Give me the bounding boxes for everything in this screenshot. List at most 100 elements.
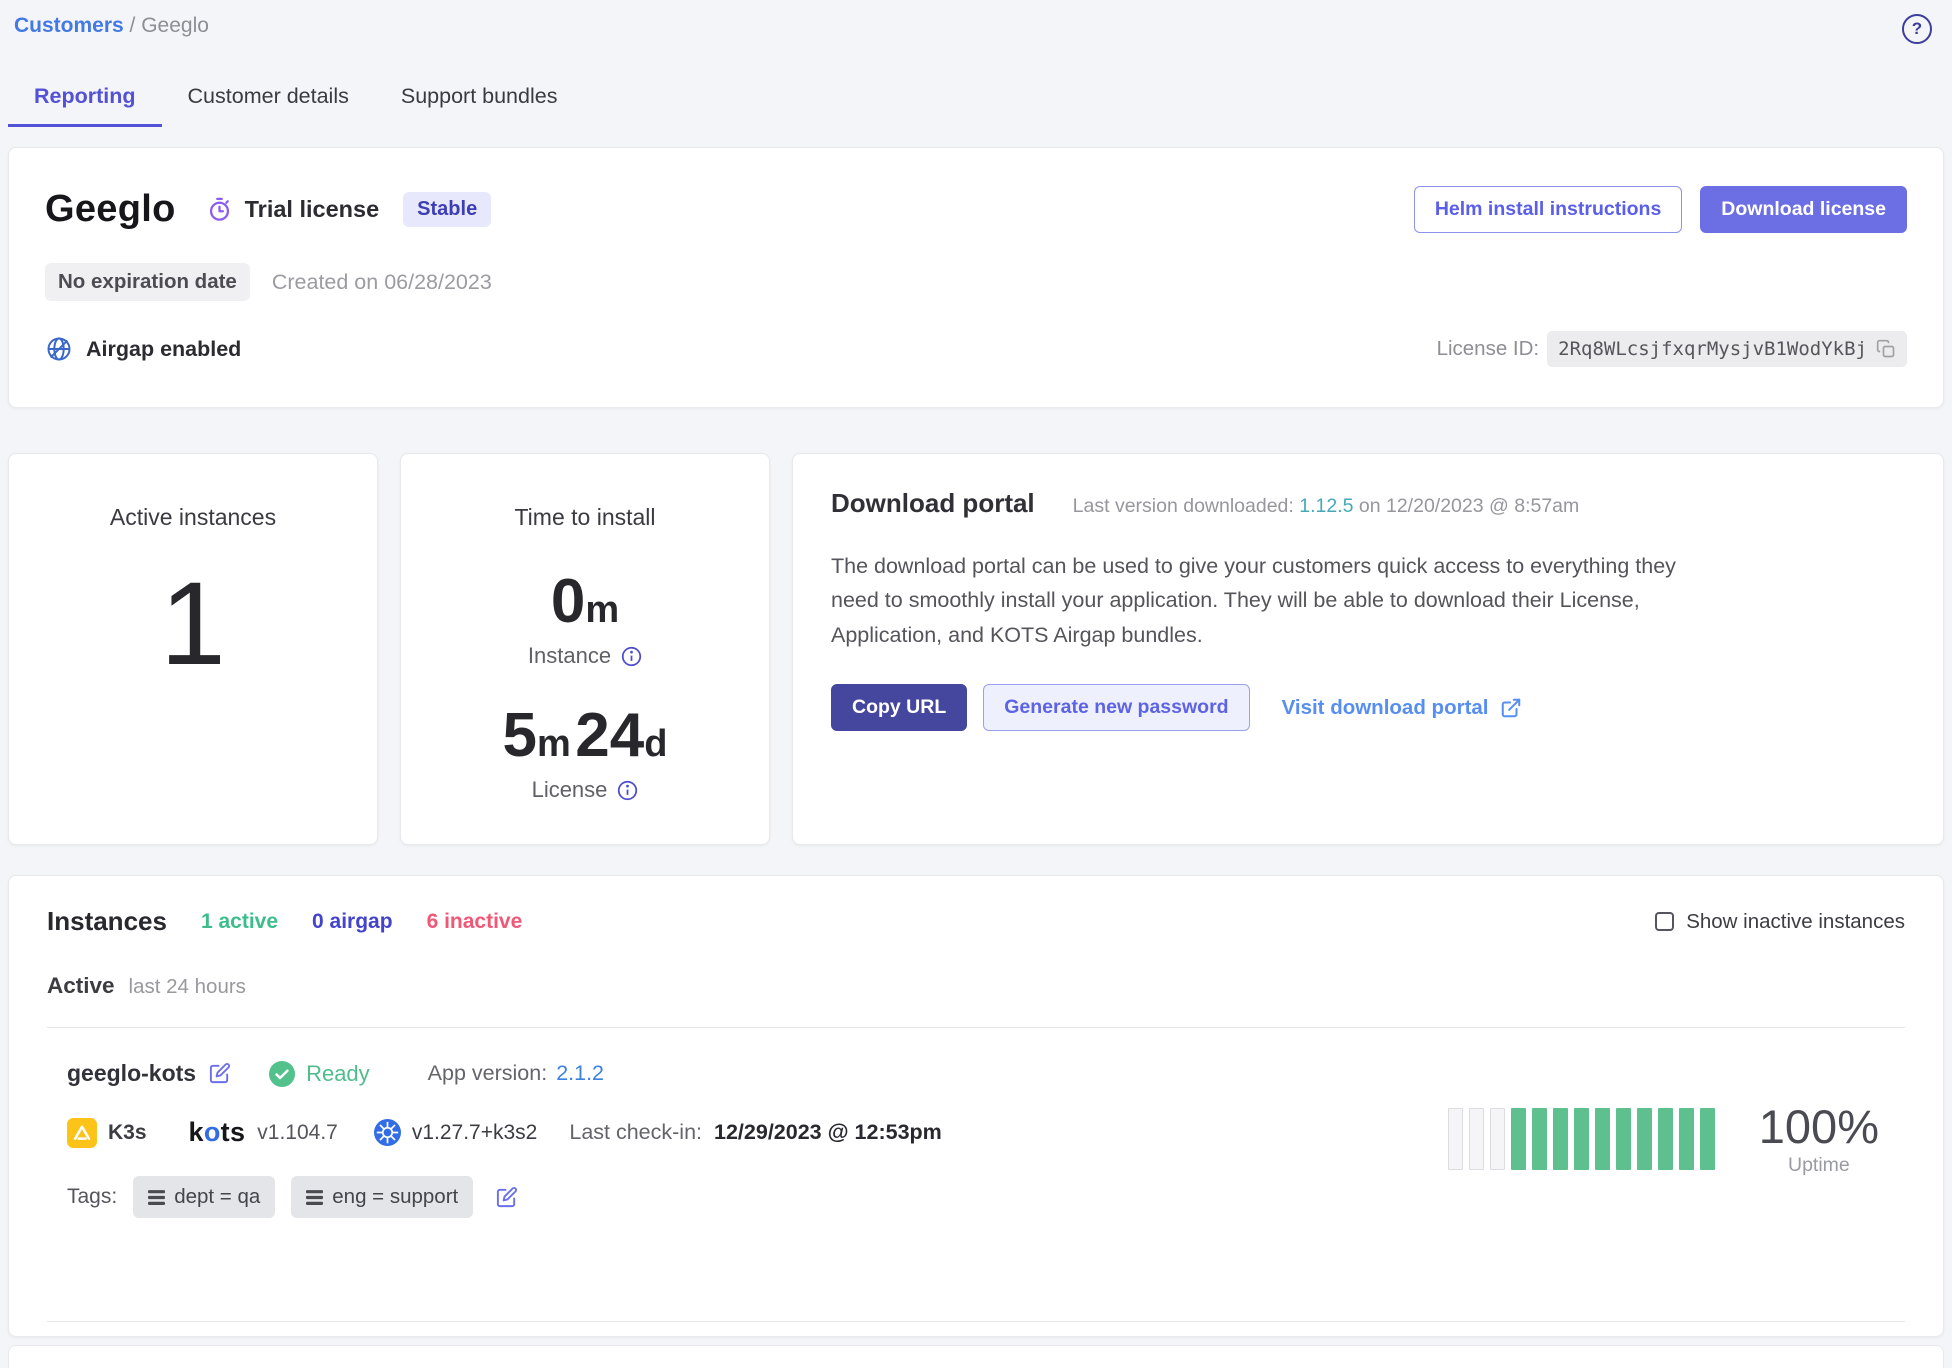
breadcrumb: Customers / Geeglo xyxy=(14,14,209,38)
license-id-pill: 2Rq8WLcsjfxqrMysjvB1WodYkBj xyxy=(1547,331,1907,367)
uptime-bar xyxy=(1511,1108,1526,1170)
copy-url-button[interactable]: Copy URL xyxy=(831,684,967,731)
uptime-bar xyxy=(1679,1108,1694,1170)
uptime-bar xyxy=(1490,1108,1505,1170)
count-inactive[interactable]: 6 inactive xyxy=(427,910,523,934)
divider xyxy=(47,1321,1905,1322)
breadcrumb-separator: / xyxy=(130,14,142,37)
license-time-value1: 5 xyxy=(503,701,537,770)
tags-label: Tags: xyxy=(67,1185,117,1209)
active-instances-value: 1 xyxy=(160,565,226,683)
time-to-install-title: Time to install xyxy=(514,504,655,531)
instance-status: Ready xyxy=(269,1061,370,1087)
license-type: Trial license xyxy=(206,196,380,223)
count-airgap[interactable]: 0 airgap xyxy=(312,910,393,934)
kubernetes-icon xyxy=(374,1119,401,1146)
uptime-bar xyxy=(1637,1108,1652,1170)
download-portal-card: Download portal Last version downloaded:… xyxy=(792,453,1944,845)
airgap-status: Airgap enabled xyxy=(45,335,241,363)
k3s-icon xyxy=(67,1118,97,1148)
license-time-value2: 24 xyxy=(575,701,644,770)
edit-tags-icon[interactable] xyxy=(495,1186,518,1209)
stopwatch-icon xyxy=(206,196,233,223)
license-type-label: Trial license xyxy=(245,196,380,223)
last-version-prefix: Last version downloaded: xyxy=(1073,495,1300,517)
kots-version-group: kots v1.104.7 xyxy=(189,1117,338,1148)
uptime-bar xyxy=(1658,1108,1673,1170)
created-date: Created on 06/28/2023 xyxy=(272,270,492,295)
instances-title: Instances xyxy=(47,906,167,937)
uptime-bar xyxy=(1553,1108,1568,1170)
tab-reporting[interactable]: Reporting xyxy=(8,72,162,127)
tag-icon xyxy=(306,1190,323,1205)
tag-chip: eng = support xyxy=(291,1176,473,1218)
app-version-label: App version: xyxy=(428,1061,548,1086)
active-section-range: last 24 hours xyxy=(129,975,246,999)
last-version-downloaded: Last version downloaded: 1.12.5 on 12/20… xyxy=(1073,495,1580,518)
page: Customers / Geeglo ? Reporting Customer … xyxy=(0,0,1952,1368)
active-instances-title: Active instances xyxy=(110,504,276,531)
uptime-stat: 100% Uptime xyxy=(1759,1101,1879,1178)
tab-customer-details[interactable]: Customer details xyxy=(162,72,375,127)
check-circle-icon xyxy=(269,1061,295,1087)
help-icon[interactable]: ? xyxy=(1902,14,1932,44)
breadcrumb-current: Geeglo xyxy=(141,14,209,37)
k8s-version: v1.27.7+k3s2 xyxy=(412,1121,538,1145)
breadcrumb-customers-link[interactable]: Customers xyxy=(14,14,124,37)
instance-status-label: Ready xyxy=(306,1061,370,1087)
helm-install-instructions-button[interactable]: Helm install instructions xyxy=(1414,186,1682,233)
show-inactive-checkbox[interactable] xyxy=(1655,912,1674,931)
tag-icon xyxy=(148,1190,165,1205)
info-icon[interactable] xyxy=(621,646,642,667)
tag-label: dept = qa xyxy=(174,1185,260,1209)
generate-new-password-button[interactable]: Generate new password xyxy=(983,684,1249,731)
uptime-bar xyxy=(1616,1108,1631,1170)
time-to-install-card: Time to install 0m Instance 5m 24d Licen… xyxy=(400,453,770,845)
uptime-bar xyxy=(1574,1108,1589,1170)
globe-slash-icon xyxy=(45,335,73,363)
uptime-bar xyxy=(1532,1108,1547,1170)
visit-download-portal-link[interactable]: Visit download portal xyxy=(1282,696,1522,720)
instance-name: geeglo-kots xyxy=(67,1060,196,1087)
edit-instance-name-icon[interactable] xyxy=(208,1062,231,1085)
show-inactive-label: Show inactive instances xyxy=(1686,910,1905,934)
instance-time-value: 0 xyxy=(551,567,585,636)
last-version-suffix: on 12/20/2023 @ 8:57am xyxy=(1353,495,1579,517)
license-id: License ID: 2Rq8WLcsjfxqrMysjvB1WodYkBj xyxy=(1437,331,1907,367)
k8s-version-group: v1.27.7+k3s2 xyxy=(374,1119,538,1146)
download-license-button[interactable]: Download license xyxy=(1700,186,1907,233)
active-section-label: Active xyxy=(47,973,115,999)
kots-logo: kots xyxy=(189,1117,246,1148)
last-version-link[interactable]: 1.12.5 xyxy=(1299,495,1353,517)
uptime-bar xyxy=(1700,1108,1715,1170)
last-checkin-value: 12/29/2023 @ 12:53pm xyxy=(714,1120,942,1145)
count-active[interactable]: 1 active xyxy=(201,910,278,934)
license-id-value: 2Rq8WLcsjfxqrMysjvB1WodYkBj xyxy=(1558,338,1867,360)
uptime-bar xyxy=(1595,1108,1610,1170)
license-time-label: License xyxy=(532,777,608,803)
copy-icon[interactable] xyxy=(1876,339,1896,359)
instance-row: geeglo-kots Ready App version: xyxy=(47,1028,1905,1218)
instances-card: Instances 1 active 0 airgap 6 inactive S… xyxy=(8,875,1944,1337)
app-version-link[interactable]: 2.1.2 xyxy=(556,1061,604,1086)
uptime-percentage: 100% xyxy=(1759,1101,1879,1153)
license-card: Geeglo Trial license Stable Helm install… xyxy=(8,147,1944,408)
kots-version: v1.104.7 xyxy=(257,1121,338,1145)
top-bar: Customers / Geeglo ? xyxy=(8,10,1944,44)
license-id-label: License ID: xyxy=(1437,337,1540,361)
tab-support-bundles[interactable]: Support bundles xyxy=(375,72,584,127)
customer-name: Geeglo xyxy=(45,188,176,231)
tag-chip: dept = qa xyxy=(133,1176,275,1218)
download-portal-title: Download portal xyxy=(831,488,1035,519)
instance-time-unit: m xyxy=(585,589,619,631)
airgap-label: Airgap enabled xyxy=(86,337,241,362)
visit-download-portal-label: Visit download portal xyxy=(1282,696,1489,720)
uptime-label: Uptime xyxy=(1759,1154,1879,1177)
distribution-label: K3s xyxy=(108,1121,147,1145)
license-install-time: 5m 24d xyxy=(503,705,668,767)
uptime-bar xyxy=(1469,1108,1484,1170)
info-icon[interactable] xyxy=(617,780,638,801)
metrics-row: Active instances 1 Time to install 0m In… xyxy=(8,453,1944,845)
uptime-bar xyxy=(1448,1108,1463,1170)
external-link-icon xyxy=(1500,697,1522,719)
